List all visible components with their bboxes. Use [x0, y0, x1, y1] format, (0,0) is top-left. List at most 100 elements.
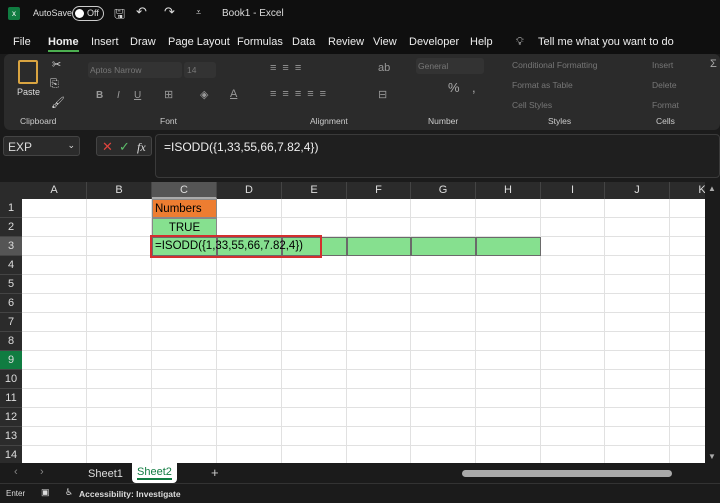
- scroll-right-icon[interactable]: ›: [40, 466, 44, 478]
- horizontal-scrollbar[interactable]: [462, 470, 672, 477]
- row-header-13[interactable]: 13: [0, 427, 22, 446]
- delete-cells-button[interactable]: Delete: [652, 80, 677, 90]
- undo-icon[interactable]: ↶: [136, 4, 147, 20]
- save-icon[interactable]: 🖫: [114, 5, 125, 27]
- tab-help[interactable]: Help: [470, 36, 493, 48]
- font-name-dropdown[interactable]: Aptos Narrow: [88, 62, 182, 78]
- column-header-H[interactable]: H: [476, 182, 541, 199]
- borders-icon[interactable]: ⊞: [164, 88, 173, 101]
- column-header-A[interactable]: A: [22, 182, 87, 199]
- column-header-B[interactable]: B: [87, 182, 152, 199]
- tab-insert[interactable]: Insert: [91, 36, 119, 48]
- tab-review[interactable]: Review: [328, 36, 364, 48]
- enter-icon[interactable]: ✓: [119, 139, 130, 155]
- tab-developer[interactable]: Developer: [409, 36, 459, 48]
- autosave-toggle[interactable]: Off: [72, 6, 104, 21]
- font-size-dropdown[interactable]: 14: [184, 62, 216, 78]
- paste-icon[interactable]: [18, 60, 38, 84]
- align-icons[interactable]: ≡≡≡: [270, 62, 307, 74]
- macro-record-icon[interactable]: ▣: [41, 487, 50, 498]
- worksheet-grid[interactable]: Numbers TRUE =ISODD({1,33,55,66,7.82,4}) A B…: [0, 182, 705, 463]
- column-header-F[interactable]: F: [347, 182, 411, 199]
- number-format-dropdown[interactable]: General: [416, 58, 484, 74]
- gridline: [22, 217, 705, 218]
- group-alignment: Alignment: [310, 116, 348, 126]
- row-header-6[interactable]: 6: [0, 294, 22, 313]
- row-header-7[interactable]: 7: [0, 313, 22, 332]
- sheet-tab-label: Sheet2: [137, 466, 172, 480]
- row-header-9[interactable]: 9: [0, 351, 22, 370]
- column-header-D[interactable]: D: [217, 182, 282, 199]
- format-as-table-button[interactable]: Format as Table: [512, 80, 573, 90]
- fill-color-icon[interactable]: ◈: [200, 88, 208, 101]
- format-cells-button[interactable]: Format: [652, 100, 679, 110]
- cell-F3[interactable]: [347, 237, 411, 256]
- italic-button[interactable]: I: [117, 90, 120, 101]
- font-color-icon[interactable]: A: [230, 88, 237, 100]
- customize-toolbar-icon[interactable]: ⩡: [196, 7, 201, 18]
- tab-home[interactable]: Home: [48, 36, 79, 52]
- tab-draw[interactable]: Draw: [130, 36, 156, 48]
- cancel-icon[interactable]: ✕: [102, 139, 113, 155]
- underline-button[interactable]: U: [134, 90, 141, 101]
- cut-icon[interactable]: ✂: [52, 58, 61, 71]
- merge-icon[interactable]: ⊟: [378, 88, 387, 101]
- sheet-tab-sheet2[interactable]: Sheet2: [132, 463, 177, 483]
- select-all-corner[interactable]: [0, 182, 22, 199]
- row-header-5[interactable]: 5: [0, 275, 22, 294]
- cell-C3-editing[interactable]: =ISODD({1,33,55,66,7.82,4}): [150, 235, 322, 258]
- cell-styles-button[interactable]: Cell Styles: [512, 100, 552, 110]
- copy-icon[interactable]: ⎘: [50, 78, 59, 91]
- row-header-14[interactable]: 14: [0, 446, 22, 463]
- group-font: Font: [160, 116, 178, 126]
- scroll-left-icon[interactable]: ‹: [14, 466, 18, 478]
- formula-input[interactable]: =ISODD({1,33,55,66,7.82,4}): [155, 134, 720, 178]
- column-header-C[interactable]: C: [152, 182, 217, 199]
- tab-data[interactable]: Data: [292, 36, 315, 48]
- align-bottom-icons[interactable]: ≡≡≡≡≡: [270, 88, 332, 100]
- insert-function-icon[interactable]: fx: [137, 140, 146, 155]
- format-painter-icon[interactable]: 🖌︎: [51, 96, 65, 109]
- comma-icon[interactable]: ,: [472, 80, 476, 95]
- number-format-value: General: [418, 61, 449, 71]
- tab-page-layout[interactable]: Page Layout: [168, 36, 230, 48]
- column-header-I[interactable]: I: [541, 182, 605, 199]
- sheet-tab-sheet1[interactable]: Sheet1: [88, 468, 123, 480]
- row-header-4[interactable]: 4: [0, 256, 22, 275]
- vertical-scrollbar[interactable]: ▲ ▼: [705, 182, 720, 463]
- accessibility-status[interactable]: Accessibility: Investigate: [79, 489, 181, 499]
- cell-H3[interactable]: [476, 237, 541, 256]
- conditional-formatting-button[interactable]: Conditional Formatting: [512, 60, 598, 70]
- insert-cells-button[interactable]: Insert: [652, 60, 673, 70]
- row-header-1[interactable]: 1: [0, 199, 22, 218]
- bold-button[interactable]: B: [96, 90, 103, 101]
- row-header-3[interactable]: 3: [0, 237, 22, 256]
- row-header-12[interactable]: 12: [0, 408, 22, 427]
- tab-view[interactable]: View: [373, 36, 397, 48]
- tab-file[interactable]: File: [13, 36, 31, 48]
- group-number: Number: [428, 116, 459, 126]
- row-header-10[interactable]: 10: [0, 370, 22, 389]
- wrap-text-icon[interactable]: ab: [378, 62, 390, 74]
- percent-icon[interactable]: %: [448, 80, 460, 95]
- row-header-8[interactable]: 8: [0, 332, 22, 351]
- gridline: [22, 388, 705, 389]
- paste-button[interactable]: Paste: [17, 87, 40, 97]
- column-header-J[interactable]: J: [605, 182, 670, 199]
- column-header-G[interactable]: G: [411, 182, 476, 199]
- cell-G3[interactable]: [411, 237, 476, 256]
- autosum-icon[interactable]: Σ: [710, 58, 717, 70]
- column-header-E[interactable]: E: [282, 182, 347, 199]
- tell-me-search[interactable]: Tell me what you want to do: [538, 36, 674, 48]
- row-header-2[interactable]: 2: [0, 218, 22, 237]
- chevron-down-icon: ⌄: [67, 140, 75, 150]
- add-sheet-button[interactable]: +: [211, 465, 219, 480]
- name-box[interactable]: EXP ⌄: [3, 136, 80, 156]
- group-clipboard: Clipboard: [20, 116, 57, 126]
- cell-C1[interactable]: Numbers: [152, 199, 217, 218]
- tab-formulas[interactable]: Formulas: [237, 36, 283, 48]
- autosave-label: AutoSave: [33, 8, 73, 18]
- column-header-K[interactable]: K: [670, 182, 705, 199]
- redo-icon[interactable]: ↷: [164, 4, 175, 20]
- row-header-11[interactable]: 11: [0, 389, 22, 408]
